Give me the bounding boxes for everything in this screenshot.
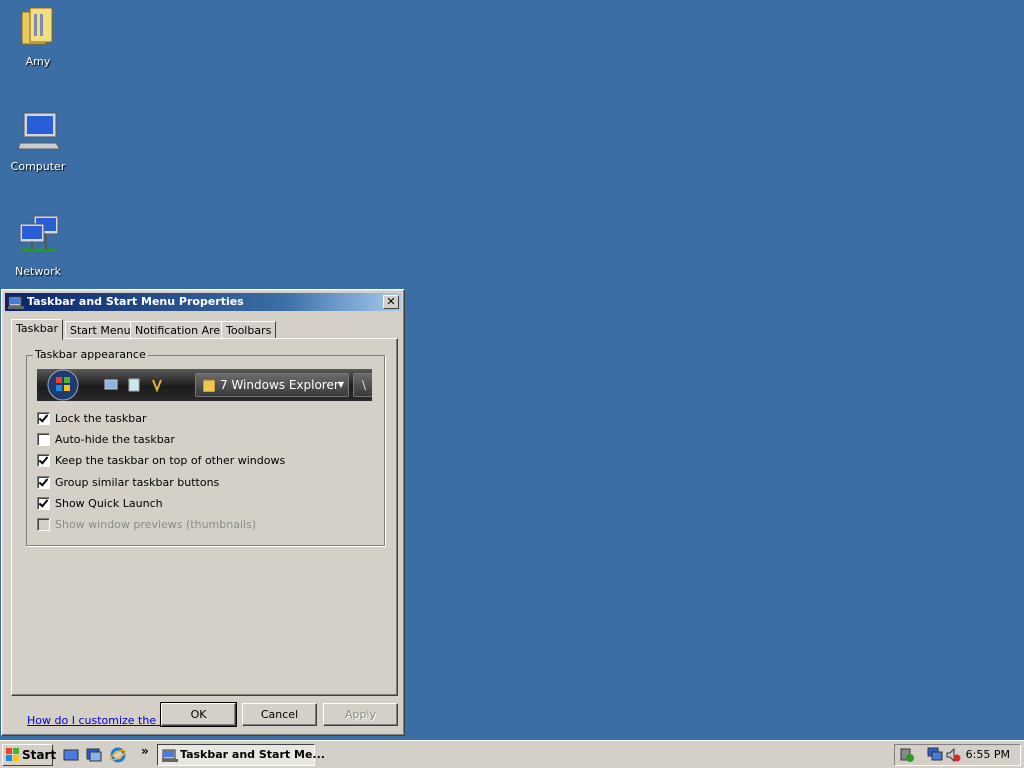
taskbar-button-properties[interactable]: Taskbar and Start Me...	[157, 744, 325, 766]
option-auto-hide[interactable]: Auto-hide the taskbar	[37, 433, 175, 449]
checkbox	[37, 518, 50, 531]
group-title: Taskbar appearance	[33, 348, 148, 361]
checkbox[interactable]	[37, 412, 50, 425]
option-group-buttons[interactable]: Group similar taskbar buttons	[37, 476, 219, 492]
volume-muted-icon[interactable]	[945, 747, 961, 763]
option-label: Group similar taskbar buttons	[55, 476, 220, 489]
desktop-icon-network[interactable]: Network	[0, 214, 76, 278]
start-button[interactable]: Start	[2, 744, 57, 766]
switch-windows-icon	[128, 378, 140, 392]
checkbox[interactable]	[37, 433, 50, 446]
security-shield-icon[interactable]	[899, 747, 915, 763]
windows-flag-icon	[6, 748, 19, 761]
desktop-icon-label: Network	[15, 265, 61, 278]
show-desktop-icon[interactable]	[63, 747, 79, 763]
tab-panel-taskbar: Taskbar appearance 7 Windows Explorer ▼ …	[11, 338, 398, 727]
taskbar-properties-icon	[162, 749, 178, 762]
taskbar-button-label: Taskbar and Start Me...	[180, 748, 325, 761]
preview-task-button: 7 Windows Explorer ▼	[195, 373, 349, 397]
apply-button: Apply	[323, 703, 398, 726]
notification-area: 6:55 PM	[894, 744, 1021, 766]
switch-windows-icon[interactable]	[86, 747, 102, 763]
option-show-quick-launch[interactable]: Show Quick Launch	[37, 497, 163, 513]
network-icon	[19, 215, 59, 252]
preview-task-button-partial: \	[353, 373, 372, 397]
checkbox[interactable]	[37, 476, 50, 489]
option-label: Show window previews (thumbnails)	[55, 518, 257, 531]
taskbar-appearance-group: Taskbar appearance 7 Windows Explorer ▼ …	[26, 348, 385, 546]
folder-icon	[203, 379, 215, 392]
cancel-button[interactable]: Cancel	[242, 703, 317, 726]
network-status-icon[interactable]	[927, 747, 943, 763]
desktop-icon-amy[interactable]: Amy	[0, 4, 76, 68]
desktop-icon-computer[interactable]: Computer	[0, 109, 76, 173]
computer-icon	[17, 112, 61, 150]
checkbox[interactable]	[37, 454, 50, 467]
dialog-title: Taskbar and Start Menu Properties	[27, 295, 244, 308]
checkbox[interactable]	[37, 497, 50, 510]
tab-notification-area[interactable]: Notification Area	[130, 321, 232, 339]
option-label: Show Quick Launch	[55, 497, 163, 510]
dropdown-arrow-icon: ▼	[337, 380, 344, 389]
taskbar: Start » Taskbar and Start Me... 6:55 PM	[0, 740, 1024, 768]
desktop-icon-label: Computer	[10, 160, 66, 173]
desktop-icon-label: Amy	[25, 55, 51, 68]
start-orb-icon	[47, 369, 79, 401]
show-desktop-icon	[104, 379, 118, 390]
preview-task-label: 7 Windows Explorer	[220, 378, 339, 392]
option-lock-taskbar[interactable]: Lock the taskbar	[37, 412, 147, 428]
quick-launch-chevron[interactable]: »	[141, 744, 149, 758]
option-label: Lock the taskbar	[55, 412, 147, 425]
clock[interactable]: 6:55 PM	[966, 745, 1010, 765]
quick-launch-app-icon	[152, 379, 162, 392]
option-keep-on-top[interactable]: Keep the taskbar on top of other windows	[37, 454, 285, 470]
user-folder-icon	[21, 7, 53, 45]
tab-start-menu[interactable]: Start Menu	[65, 321, 136, 339]
option-label: Keep the taskbar on top of other windows	[55, 454, 286, 467]
dialog-titlebar[interactable]: Taskbar and Start Menu Properties ✕	[5, 293, 401, 311]
option-label: Auto-hide the taskbar	[55, 433, 175, 446]
close-icon: ✕	[386, 295, 396, 308]
close-button[interactable]: ✕	[383, 295, 399, 309]
internet-explorer-icon[interactable]	[110, 747, 126, 763]
tab-taskbar[interactable]: Taskbar	[11, 319, 63, 340]
taskbar-properties-dialog: Taskbar and Start Menu Properties ✕ Task…	[1, 289, 405, 736]
taskbar-properties-icon	[8, 296, 24, 309]
ok-button[interactable]: OK	[160, 702, 237, 727]
tab-toolbars[interactable]: Toolbars	[221, 321, 277, 339]
option-window-previews: Show window previews (thumbnails)	[37, 518, 256, 534]
taskbar-preview: 7 Windows Explorer ▼ \	[37, 369, 372, 401]
start-label: Start	[22, 748, 57, 762]
